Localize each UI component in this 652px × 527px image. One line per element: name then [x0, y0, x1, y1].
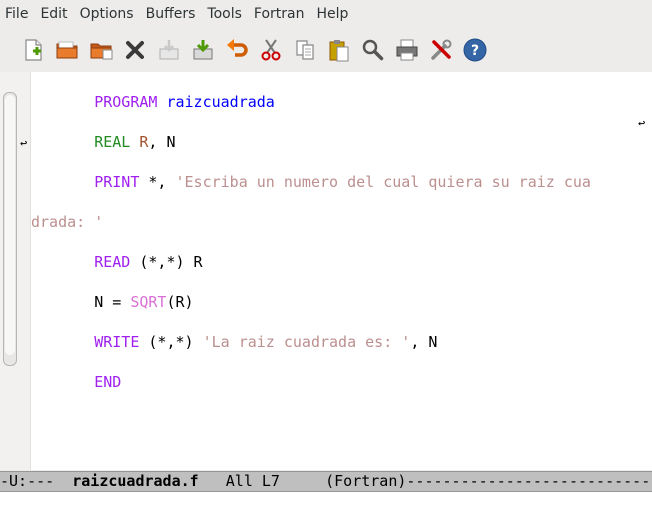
help-button[interactable]: ?: [458, 33, 492, 67]
scrollbar-thumb[interactable]: [5, 95, 15, 355]
modeline-buffer-name[interactable]: raizcuadrada.f: [72, 472, 198, 490]
undo-button[interactable]: [220, 33, 254, 67]
keyword-real: REAL: [94, 133, 131, 151]
code-line-1: PROGRAM raizcuadrada: [31, 92, 636, 112]
svg-text:?: ?: [471, 43, 479, 59]
code-line-5: N = SQRT(R): [31, 292, 636, 312]
wrap-continuation-right-icon: ↩: [638, 116, 646, 130]
modeline-major-mode[interactable]: (Fortran): [325, 472, 406, 490]
wrap-continuation-left-icon: ↩: [20, 136, 28, 150]
save-icon: [159, 40, 179, 60]
modeline-position: All L7: [198, 472, 326, 490]
preferences-button[interactable]: [424, 33, 458, 67]
search-icon: [362, 39, 384, 61]
new-file-button[interactable]: [16, 33, 50, 67]
builtin-sqrt: SQRT: [130, 293, 167, 311]
cut-icon: [261, 39, 281, 61]
undo-icon: [227, 39, 248, 57]
code-area[interactable]: PROGRAM raizcuadrada REAL R, N PRINT *, …: [31, 72, 636, 470]
modeline-filler: -------------------------------: [406, 472, 652, 490]
menu-bar: File Edit Options Buffers Tools Fortran …: [0, 0, 652, 27]
menu-help[interactable]: Help: [310, 6, 354, 22]
line6-rest: , N: [410, 333, 438, 351]
dired-button[interactable]: [84, 33, 118, 67]
menu-options[interactable]: Options: [74, 6, 140, 22]
open-folder-icon: [56, 41, 78, 59]
minibuffer[interactable]: [0, 492, 652, 527]
kill-buffer-button[interactable]: [118, 33, 152, 67]
help-icon: ?: [463, 38, 487, 62]
line2-rest: , N: [148, 133, 176, 151]
menu-fortran[interactable]: Fortran: [248, 6, 311, 22]
keyword-program: PROGRAM: [94, 93, 158, 111]
toolbar: ?: [0, 28, 652, 72]
code-line-3: PRINT *, 'Escriba un numero del cual qui…: [31, 172, 636, 192]
open-file-button[interactable]: [50, 33, 84, 67]
code-line-6: WRITE (*,*) 'La raiz cuadrada es: ', N: [31, 332, 636, 352]
copy-button[interactable]: [288, 33, 322, 67]
code-line-3-continuation: drada: ': [31, 212, 636, 232]
print-string-continuation: drada: ': [31, 213, 104, 231]
paste-button[interactable]: [322, 33, 356, 67]
menu-tools[interactable]: Tools: [201, 6, 248, 22]
code-line-4: READ (*,*) R: [31, 252, 636, 272]
code-line-2: REAL R, N: [31, 132, 636, 152]
cut-button[interactable]: [254, 33, 288, 67]
menu-buffers[interactable]: Buffers: [140, 6, 202, 22]
line3-mid: *,: [139, 173, 176, 191]
save-as-button[interactable]: [186, 33, 220, 67]
menu-file[interactable]: File: [0, 6, 34, 22]
preferences-icon: [431, 39, 452, 60]
keyword-read: READ: [94, 253, 131, 271]
right-fringe: ↩: [636, 72, 652, 470]
copy-icon: [296, 40, 314, 60]
paste-icon: [329, 40, 349, 62]
save-button[interactable]: [152, 33, 186, 67]
dired-icon: [90, 43, 113, 60]
mode-line[interactable]: -U:--- raizcuadrada.f All L7 (Fortran)--…: [0, 471, 652, 492]
print-button[interactable]: [390, 33, 424, 67]
keyword-write: WRITE: [94, 333, 140, 351]
line5-pre: N =: [94, 293, 131, 311]
line4-rest: (*,*) R: [130, 253, 203, 271]
write-string: 'La raiz cuadrada es: ': [202, 333, 411, 351]
print-icon: [396, 39, 418, 61]
code-line-7: END: [31, 372, 636, 392]
vertical-scrollbar[interactable]: [3, 92, 17, 366]
new-file-icon: [25, 39, 42, 61]
left-fringe: ↩: [0, 72, 31, 470]
keyword-end: END: [94, 373, 122, 391]
close-icon: [126, 41, 144, 59]
editor-window[interactable]: ↩ ↩ PROGRAM raizcuadrada REAL R, N PRINT…: [0, 72, 652, 470]
save-as-icon: [193, 40, 213, 60]
line6-mid: (*,*): [139, 333, 203, 351]
print-string: 'Escriba un numero del cual quiera su ra…: [175, 173, 591, 191]
menu-edit[interactable]: Edit: [34, 6, 73, 22]
line5-rest: (R): [166, 293, 194, 311]
program-name: raizcuadrada: [166, 93, 275, 111]
modeline-status: -U:---: [0, 472, 73, 490]
search-button[interactable]: [356, 33, 390, 67]
keyword-print: PRINT: [94, 173, 140, 191]
